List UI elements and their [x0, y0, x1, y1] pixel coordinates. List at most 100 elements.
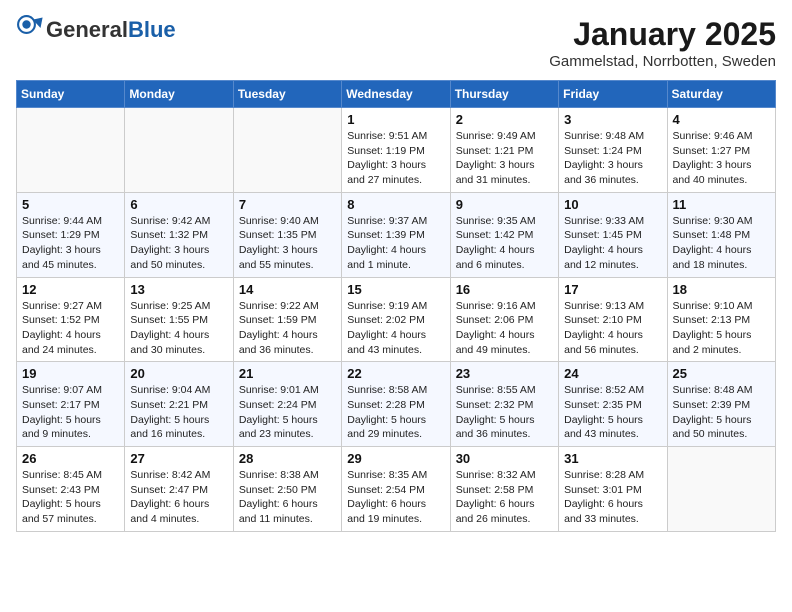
- calendar-cell: 27 Sunrise: 8:42 AM Sunset: 2:47 PM Dayli…: [125, 447, 233, 532]
- day-detail: Sunrise: 8:48 AM Sunset: 2:39 PM Dayligh…: [673, 383, 770, 442]
- day-number: 10: [564, 197, 661, 212]
- day-detail: Sunrise: 8:45 AM Sunset: 2:43 PM Dayligh…: [22, 468, 119, 527]
- weekday-header-wednesday: Wednesday: [342, 81, 450, 108]
- day-detail: Sunrise: 9:04 AM Sunset: 2:21 PM Dayligh…: [130, 383, 227, 442]
- day-number: 8: [347, 197, 444, 212]
- calendar-cell: 22Sunrise: 8:58 AM Sunset: 2:28 PM Dayli…: [342, 362, 450, 447]
- calendar-cell: 7 Sunrise: 9:40 AM Sunset: 1:35 PM Daylig…: [233, 192, 341, 277]
- week-row-4: 19 Sunrise: 9:07 AM Sunset: 2:17 PM Dayli…: [17, 362, 776, 447]
- weekday-header-thursday: Thursday: [450, 81, 558, 108]
- day-number: 21: [239, 366, 336, 381]
- page-header: GeneralBlue January 2025 Gammelstad, Nor…: [16, 16, 776, 70]
- day-detail: Sunrise: 8:42 AM Sunset: 2:47 PM Dayligh…: [130, 468, 227, 527]
- weekday-header-sunday: Sunday: [17, 81, 125, 108]
- day-detail: Sunrise: 9:42 AM Sunset: 1:32 PM Dayligh…: [130, 214, 227, 273]
- month-title: January 2025: [549, 16, 776, 53]
- calendar-cell: 23 Sunrise: 8:55 AM Sunset: 2:32 PM Dayli…: [450, 362, 558, 447]
- title-block: January 2025 Gammelstad, Norrbotten, Swe…: [549, 16, 776, 70]
- calendar-cell: 21Sunrise: 9:01 AM Sunset: 2:24 PM Dayli…: [233, 362, 341, 447]
- day-detail: Sunrise: 9:22 AM Sunset: 1:59 PM Dayligh…: [239, 299, 336, 358]
- calendar-cell: [17, 108, 125, 193]
- day-detail: Sunrise: 9:44 AM Sunset: 1:29 PM Dayligh…: [22, 214, 119, 273]
- day-number: 4: [673, 112, 770, 127]
- day-detail: Sunrise: 9:49 AM Sunset: 1:21 PM Dayligh…: [456, 129, 553, 188]
- day-detail: Sunrise: 9:51 AM Sunset: 1:19 PM Dayligh…: [347, 129, 444, 188]
- week-row-2: 5 Sunrise: 9:44 AM Sunset: 1:29 PM Daylig…: [17, 192, 776, 277]
- calendar-cell: 30 Sunrise: 8:32 AM Sunset: 2:58 PM Dayli…: [450, 447, 558, 532]
- day-detail: Sunrise: 9:37 AM Sunset: 1:39 PM Dayligh…: [347, 214, 444, 273]
- calendar-cell: 12 Sunrise: 9:27 AM Sunset: 1:52 PM Dayli…: [17, 277, 125, 362]
- weekday-header-friday: Friday: [559, 81, 667, 108]
- calendar-cell: 3 Sunrise: 9:48 AM Sunset: 1:24 PM Daylig…: [559, 108, 667, 193]
- day-number: 9: [456, 197, 553, 212]
- logo: GeneralBlue: [16, 16, 176, 44]
- day-detail: Sunrise: 9:35 AM Sunset: 1:42 PM Dayligh…: [456, 214, 553, 273]
- day-number: 5: [22, 197, 119, 212]
- calendar-cell: 17Sunrise: 9:13 AM Sunset: 2:10 PM Dayli…: [559, 277, 667, 362]
- day-detail: Sunrise: 8:58 AM Sunset: 2:28 PM Dayligh…: [347, 383, 444, 442]
- day-number: 28: [239, 451, 336, 466]
- day-detail: Sunrise: 9:07 AM Sunset: 2:17 PM Dayligh…: [22, 383, 119, 442]
- calendar-cell: 20 Sunrise: 9:04 AM Sunset: 2:21 PM Dayli…: [125, 362, 233, 447]
- day-detail: Sunrise: 9:40 AM Sunset: 1:35 PM Dayligh…: [239, 214, 336, 273]
- calendar-cell: 28 Sunrise: 8:38 AM Sunset: 2:50 PM Dayli…: [233, 447, 341, 532]
- calendar-cell: 24Sunrise: 8:52 AM Sunset: 2:35 PM Dayli…: [559, 362, 667, 447]
- week-row-1: 1 Sunrise: 9:51 AM Sunset: 1:19 PM Daylig…: [17, 108, 776, 193]
- day-number: 18: [673, 282, 770, 297]
- calendar-table: SundayMondayTuesdayWednesdayThursdayFrid…: [16, 80, 776, 532]
- week-row-3: 12 Sunrise: 9:27 AM Sunset: 1:52 PM Dayli…: [17, 277, 776, 362]
- day-number: 3: [564, 112, 661, 127]
- calendar-cell: 15 Sunrise: 9:19 AM Sunset: 2:02 PM Dayli…: [342, 277, 450, 362]
- day-number: 27: [130, 451, 227, 466]
- calendar-cell: [233, 108, 341, 193]
- day-number: 7: [239, 197, 336, 212]
- logo-general-text: General: [46, 17, 128, 42]
- day-number: 15: [347, 282, 444, 297]
- day-detail: Sunrise: 8:55 AM Sunset: 2:32 PM Dayligh…: [456, 383, 553, 442]
- day-number: 12: [22, 282, 119, 297]
- calendar-cell: 26Sunrise: 8:45 AM Sunset: 2:43 PM Dayli…: [17, 447, 125, 532]
- day-detail: Sunrise: 9:19 AM Sunset: 2:02 PM Dayligh…: [347, 299, 444, 358]
- day-number: 30: [456, 451, 553, 466]
- calendar-cell: 13Sunrise: 9:25 AM Sunset: 1:55 PM Dayli…: [125, 277, 233, 362]
- day-detail: Sunrise: 9:25 AM Sunset: 1:55 PM Dayligh…: [130, 299, 227, 358]
- day-detail: Sunrise: 8:38 AM Sunset: 2:50 PM Dayligh…: [239, 468, 336, 527]
- calendar-cell: 19 Sunrise: 9:07 AM Sunset: 2:17 PM Dayli…: [17, 362, 125, 447]
- day-detail: Sunrise: 8:35 AM Sunset: 2:54 PM Dayligh…: [347, 468, 444, 527]
- weekday-header-tuesday: Tuesday: [233, 81, 341, 108]
- weekday-header-row: SundayMondayTuesdayWednesdayThursdayFrid…: [17, 81, 776, 108]
- logo-blue-text: Blue: [128, 17, 176, 42]
- calendar-cell: 16Sunrise: 9:16 AM Sunset: 2:06 PM Dayli…: [450, 277, 558, 362]
- day-detail: Sunrise: 9:27 AM Sunset: 1:52 PM Dayligh…: [22, 299, 119, 358]
- calendar-cell: [667, 447, 775, 532]
- day-detail: Sunrise: 8:28 AM Sunset: 3:01 PM Dayligh…: [564, 468, 661, 527]
- calendar-cell: 10 Sunrise: 9:33 AM Sunset: 1:45 PM Dayli…: [559, 192, 667, 277]
- day-number: 14: [239, 282, 336, 297]
- calendar-cell: 14 Sunrise: 9:22 AM Sunset: 1:59 PM Dayli…: [233, 277, 341, 362]
- day-number: 1: [347, 112, 444, 127]
- weekday-header-monday: Monday: [125, 81, 233, 108]
- calendar-cell: [125, 108, 233, 193]
- day-number: 20: [130, 366, 227, 381]
- calendar-cell: 25Sunrise: 8:48 AM Sunset: 2:39 PM Dayli…: [667, 362, 775, 447]
- calendar-cell: 5 Sunrise: 9:44 AM Sunset: 1:29 PM Daylig…: [17, 192, 125, 277]
- day-number: 29: [347, 451, 444, 466]
- day-number: 23: [456, 366, 553, 381]
- day-detail: Sunrise: 9:33 AM Sunset: 1:45 PM Dayligh…: [564, 214, 661, 273]
- calendar-cell: 4Sunrise: 9:46 AM Sunset: 1:27 PM Daylig…: [667, 108, 775, 193]
- calendar-cell: 2 Sunrise: 9:49 AM Sunset: 1:21 PM Daylig…: [450, 108, 558, 193]
- calendar-cell: 11Sunrise: 9:30 AM Sunset: 1:48 PM Dayli…: [667, 192, 775, 277]
- calendar-cell: 6Sunrise: 9:42 AM Sunset: 1:32 PM Daylig…: [125, 192, 233, 277]
- day-detail: Sunrise: 9:16 AM Sunset: 2:06 PM Dayligh…: [456, 299, 553, 358]
- calendar-cell: 9 Sunrise: 9:35 AM Sunset: 1:42 PM Daylig…: [450, 192, 558, 277]
- calendar-cell: 8 Sunrise: 9:37 AM Sunset: 1:39 PM Daylig…: [342, 192, 450, 277]
- calendar-cell: 29 Sunrise: 8:35 AM Sunset: 2:54 PM Dayli…: [342, 447, 450, 532]
- day-detail: Sunrise: 9:48 AM Sunset: 1:24 PM Dayligh…: [564, 129, 661, 188]
- day-number: 19: [22, 366, 119, 381]
- calendar-cell: 1 Sunrise: 9:51 AM Sunset: 1:19 PM Daylig…: [342, 108, 450, 193]
- day-number: 2: [456, 112, 553, 127]
- day-detail: Sunrise: 8:32 AM Sunset: 2:58 PM Dayligh…: [456, 468, 553, 527]
- day-detail: Sunrise: 9:10 AM Sunset: 2:13 PM Dayligh…: [673, 299, 770, 358]
- logo-icon: [16, 14, 44, 42]
- day-number: 31: [564, 451, 661, 466]
